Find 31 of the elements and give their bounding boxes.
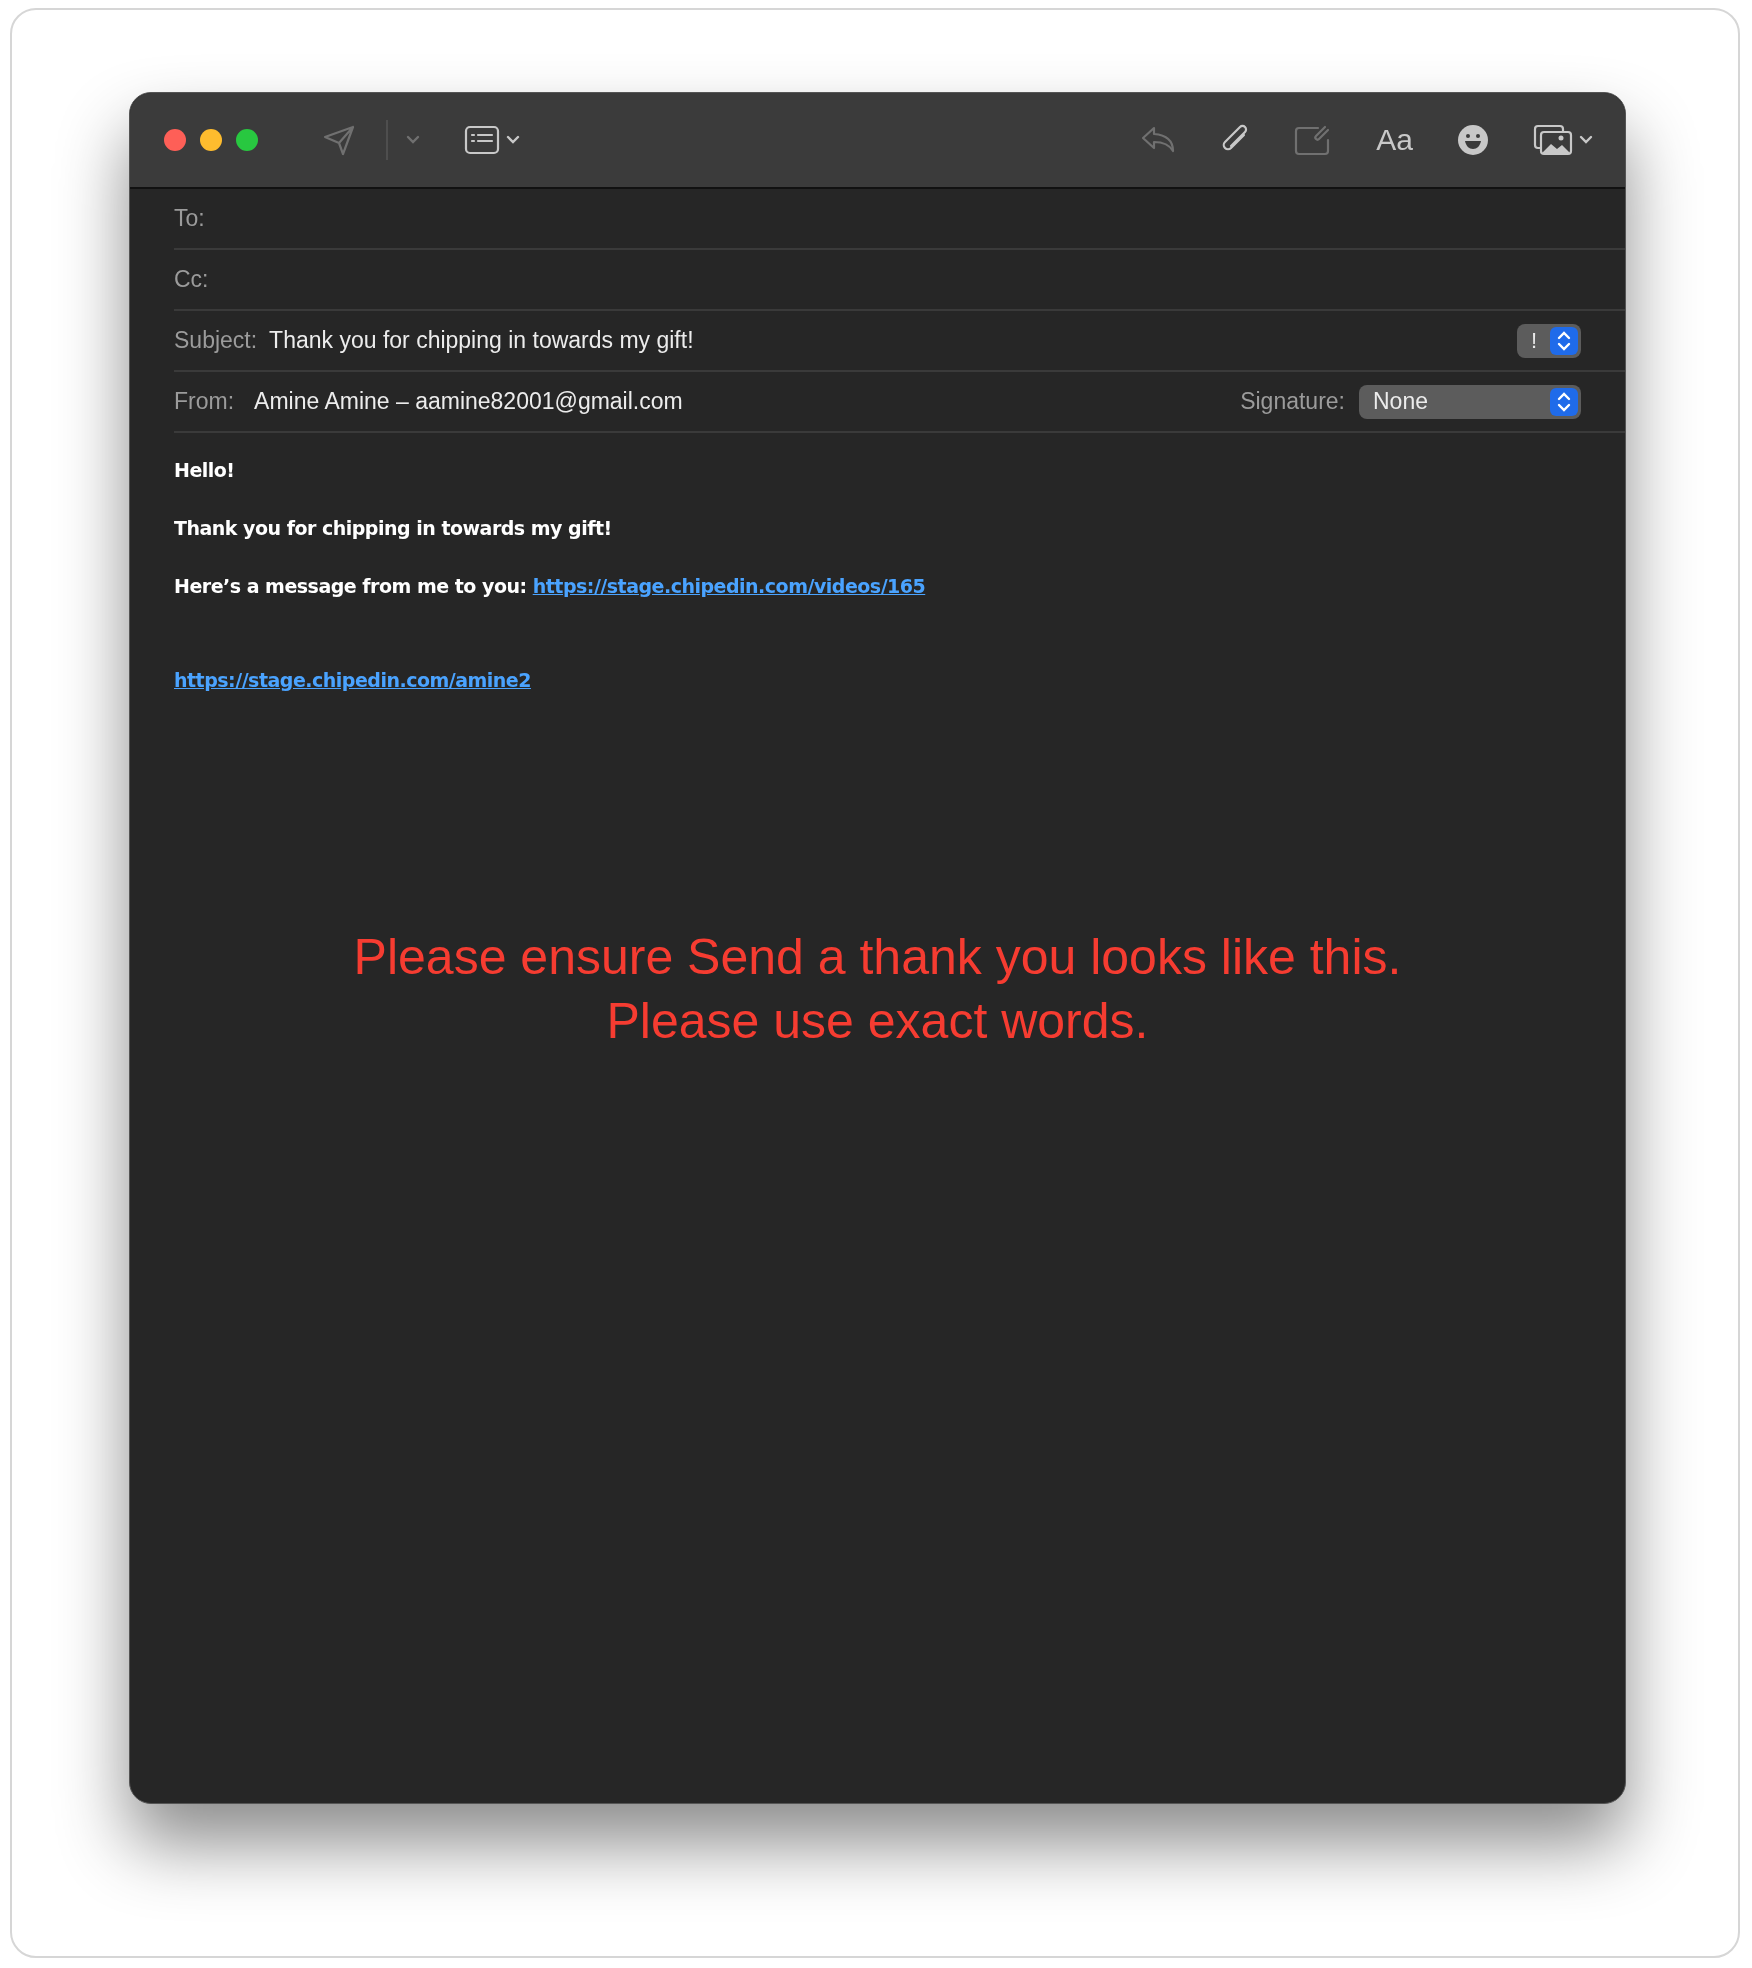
chevron-down-icon (506, 135, 520, 145)
address-field[interactable]: To: (174, 189, 1625, 250)
list-icon (464, 125, 500, 155)
window-button[interactable] (200, 129, 222, 151)
message-paragraph: Here’s a message from me to you: https://stage.chipedin.com/videos/165 (174, 574, 927, 599)
window-button[interactable] (236, 129, 258, 151)
emoji-icon (1457, 124, 1489, 156)
signature-label: Signature: (1240, 388, 1345, 415)
message-paragraph: Thank you for chipping in towards my gift! (174, 516, 613, 541)
reply-icon (1140, 125, 1177, 155)
priority-popup[interactable]: ! (1517, 323, 1581, 358)
subject-field[interactable]: Thank you for chipping in towards my gift! (269, 327, 694, 354)
annotation-text: Please ensure Send a thank you looks like this. (353, 928, 1402, 987)
field-label: Cc: (174, 266, 209, 293)
field-label: From: (174, 388, 235, 415)
photo-icon (1533, 124, 1573, 156)
message-paragraph: Hello! (174, 458, 236, 483)
annotation-text: Please use exact words. (606, 992, 1149, 1051)
up-down-icon (1557, 390, 1571, 413)
sender-field[interactable]: Amine Amine – aamine82001@gmail.com (254, 388, 683, 415)
send-icon (322, 123, 356, 157)
chevron-down-icon (406, 135, 420, 145)
link[interactable]: https://stage.chipedin.com/amine2 (174, 669, 531, 691)
chevron-down-icon (1579, 135, 1593, 145)
field-label: Subject: (174, 327, 258, 354)
signature-select[interactable]: None (1359, 384, 1581, 419)
field-label: To: (174, 205, 205, 232)
address-field[interactable]: Cc: (174, 250, 1625, 311)
link[interactable]: https://stage.chipedin.com/videos/165 (532, 575, 926, 597)
up-down-icon (1557, 329, 1571, 352)
window-button[interactable] (164, 129, 186, 151)
